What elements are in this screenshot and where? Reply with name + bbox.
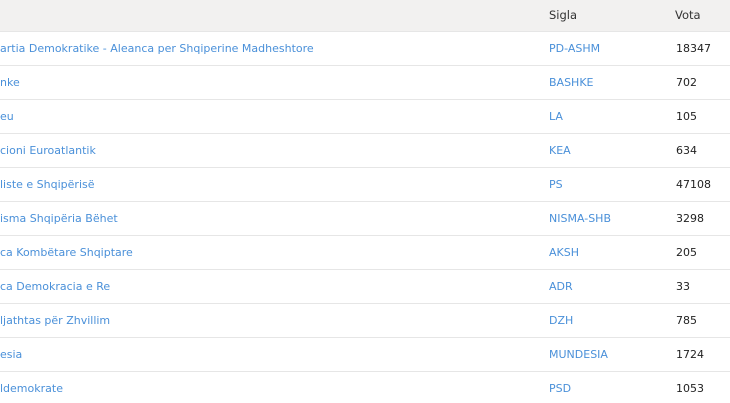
- party-name-link[interactable]: ca Demokracia e Re: [0, 280, 110, 293]
- party-name-link[interactable]: artia Demokratike - Aleanca per Shqiperi…: [0, 42, 314, 55]
- table-row: liste e Shqipërisë PS 47108: [0, 167, 730, 201]
- sigla-cell: PD-ASHM: [536, 31, 662, 65]
- vota-cell: 18347: [676, 41, 711, 55]
- sigla-link[interactable]: LA: [549, 110, 563, 123]
- table-row: ldemokrate PSD 1053: [0, 371, 730, 403]
- party-name-link[interactable]: nke: [0, 76, 20, 89]
- header-vota[interactable]: Vota: [662, 0, 730, 32]
- table-row: cioni Euroatlantik KEA 634: [0, 133, 730, 167]
- party-name-link[interactable]: cioni Euroatlantik: [0, 144, 96, 157]
- sigla-cell: PSD: [536, 371, 662, 403]
- party-name-link[interactable]: eu: [0, 110, 14, 123]
- sigla-link[interactable]: PSD: [549, 382, 571, 395]
- results-table: Sigla Vota artia Demokratike - Aleanca p…: [0, 0, 730, 403]
- vota-cell: 1053: [676, 381, 704, 395]
- vota-cell: 105: [676, 109, 697, 123]
- table-row: ljathtas për Zhvillim DZH 785: [0, 303, 730, 337]
- party-name-link[interactable]: ldemokrate: [0, 382, 63, 395]
- results-table-container: Sigla Vota artia Demokratike - Aleanca p…: [0, 0, 730, 403]
- sigla-cell: DZH: [536, 303, 662, 337]
- sigla-link[interactable]: BASHKE: [549, 76, 594, 89]
- table-header-row: Sigla Vota: [0, 0, 730, 32]
- table-row: eu LA 105: [0, 99, 730, 133]
- table-row: ca Kombëtare Shqiptare AKSH 205: [0, 235, 730, 269]
- sigla-cell: PS: [536, 167, 662, 201]
- party-name-cell: ljathtas për Zhvillim: [0, 303, 536, 337]
- party-name-cell: liste e Shqipërisë: [0, 167, 536, 201]
- header-sigla[interactable]: Sigla: [536, 0, 662, 32]
- sigla-link[interactable]: DZH: [549, 314, 573, 327]
- vota-cell: 33: [676, 279, 690, 293]
- sigla-link[interactable]: AKSH: [549, 246, 579, 259]
- party-name-cell: nke: [0, 65, 536, 99]
- sigla-cell: AKSH: [536, 235, 662, 269]
- sigla-link[interactable]: PD-ASHM: [549, 42, 600, 55]
- party-name-link[interactable]: isma Shqipëria Bëhet: [0, 212, 118, 225]
- party-name-cell: artia Demokratike - Aleanca per Shqiperi…: [0, 31, 536, 65]
- vota-cell: 634: [676, 143, 697, 157]
- sigla-cell: BASHKE: [536, 65, 662, 99]
- sigla-cell: ADR: [536, 269, 662, 303]
- table-body: artia Demokratike - Aleanca per Shqiperi…: [0, 31, 730, 403]
- party-name-cell: ldemokrate: [0, 371, 536, 403]
- table-row: artia Demokratike - Aleanca per Shqiperi…: [0, 31, 730, 65]
- sigla-cell: LA: [536, 99, 662, 133]
- party-name-cell: ca Demokracia e Re: [0, 269, 536, 303]
- party-name-cell: ca Kombëtare Shqiptare: [0, 235, 536, 269]
- vota-cell: 1724: [676, 347, 704, 361]
- vota-cell: 3298: [676, 211, 704, 225]
- sigla-link[interactable]: MUNDESIA: [549, 348, 608, 361]
- party-name-cell: eu: [0, 99, 536, 133]
- table-row: isma Shqipëria Bëhet NISMA-SHB 3298: [0, 201, 730, 235]
- table-header: Sigla Vota: [0, 0, 730, 32]
- sigla-cell: NISMA-SHB: [536, 201, 662, 235]
- sigla-link[interactable]: PS: [549, 178, 563, 191]
- header-party-name: [0, 0, 536, 32]
- table-row: ca Demokracia e Re ADR 33: [0, 269, 730, 303]
- party-name-link[interactable]: ca Kombëtare Shqiptare: [0, 246, 133, 259]
- sigla-link[interactable]: NISMA-SHB: [549, 212, 611, 225]
- party-name-link[interactable]: ljathtas për Zhvillim: [0, 314, 110, 327]
- party-name-link[interactable]: esia: [0, 348, 22, 361]
- party-name-cell: esia: [0, 337, 536, 371]
- vota-cell: 205: [676, 245, 697, 259]
- sigla-cell: KEA: [536, 133, 662, 167]
- sigla-link[interactable]: KEA: [549, 144, 571, 157]
- vota-cell: 702: [676, 75, 697, 89]
- vota-cell: 47108: [676, 177, 711, 191]
- party-name-link[interactable]: liste e Shqipërisë: [0, 178, 95, 191]
- party-name-cell: isma Shqipëria Bëhet: [0, 201, 536, 235]
- vota-cell: 785: [676, 313, 697, 327]
- sigla-link[interactable]: ADR: [549, 280, 573, 293]
- table-row: nke BASHKE 702: [0, 65, 730, 99]
- sigla-cell: MUNDESIA: [536, 337, 662, 371]
- party-name-cell: cioni Euroatlantik: [0, 133, 536, 167]
- table-row: esia MUNDESIA 1724: [0, 337, 730, 371]
